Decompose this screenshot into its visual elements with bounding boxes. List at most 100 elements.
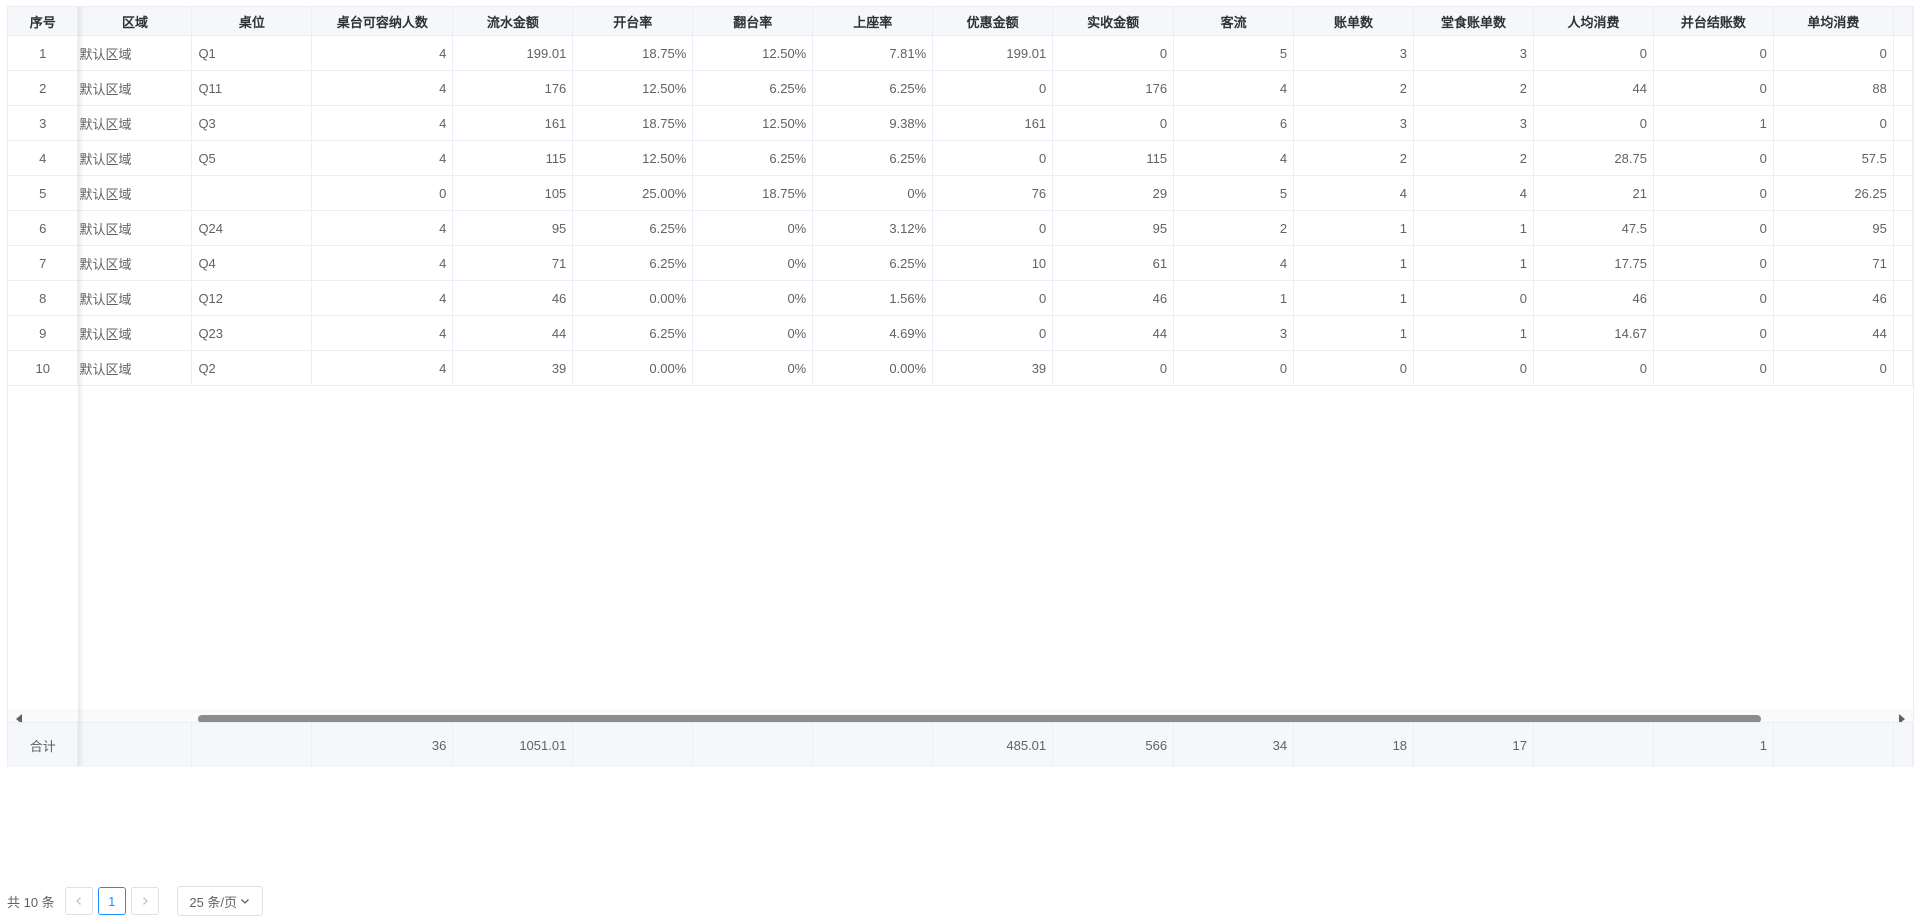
column-header[interactable]: 序号: [8, 7, 79, 36]
column-header[interactable]: 开台率: [572, 7, 694, 36]
table-cell: 0: [1653, 245, 1774, 281]
table-cell: 17.75: [1533, 245, 1654, 281]
table-cell: 2: [1173, 210, 1295, 246]
page-size-value: 25 条/页: [189, 894, 238, 910]
page-size-select[interactable]: 25 条/页: [176, 886, 263, 916]
table-cell: 0: [1533, 36, 1654, 71]
table-cell: 88: [1773, 70, 1894, 106]
table-cell: 1: [1413, 245, 1534, 281]
column-header[interactable]: 堂食账单数: [1413, 7, 1534, 36]
table-cell: 0.00%: [572, 350, 694, 386]
table-cell: 6.25%: [812, 70, 934, 106]
column-header[interactable]: 并台结账数: [1653, 7, 1774, 36]
table-cell: 61: [1052, 245, 1175, 281]
table-cell: Q3: [191, 105, 313, 141]
table-cell: Q2: [191, 350, 313, 386]
table-cell: 44: [1533, 70, 1654, 106]
table-cell: 5: [8, 175, 79, 211]
table-row[interactable]: 3 默认区域 Q3 4 161 18.75% 12.50% 9.38% 161 0 6 3 3 0 1 0: [8, 105, 1914, 141]
table-cell: 0%: [692, 280, 814, 316]
table-cell: 18.75%: [692, 175, 814, 211]
table-cell: 3: [8, 105, 79, 141]
table-row[interactable]: 5 默认区域 0 105 25.00% 18.75% 0% 76 29 5 4 4 21 0 26.25: [8, 175, 1914, 211]
table-cell: 9: [8, 315, 79, 351]
table-cell: 6: [8, 210, 79, 246]
table-row[interactable]: 7 默认区域 Q4 4 71 6.25% 0% 6.25% 10 61 4 1 1 17.75 0 71: [8, 245, 1914, 281]
table-row[interactable]: 1 默认区域 Q1 4 199.01 18.75% 12.50% 7.81% 199.01 0 5 3…: [8, 36, 1914, 71]
table-cell: 199.01: [452, 36, 574, 71]
chevron-left-icon: [75, 897, 81, 905]
table-row[interactable]: 8 默认区域 Q12 4 46 0.00% 0% 1.56% 0 46 1 1 0 46 0 46: [8, 280, 1914, 316]
column-header[interactable]: 桌位: [191, 7, 313, 36]
table-cell: 默认区域: [77, 36, 193, 71]
summary-cell: [77, 722, 193, 767]
table-row[interactable]: 4 默认区域 Q5 4 115 12.50% 6.25% 6.25% 0 115 4 2 2 28.75 0…: [8, 140, 1914, 176]
table-cell: 5: [1173, 175, 1295, 211]
column-header[interactable]: 流水金额: [452, 7, 574, 36]
table-cell: 0: [1173, 350, 1295, 386]
table-cell: Q5: [191, 140, 313, 176]
table-cell: 1: [1173, 280, 1295, 316]
table-row[interactable]: 9 默认区域 Q23 4 44 6.25% 0% 4.69% 0 44 3 1 1 14.67 0 44: [8, 315, 1914, 351]
table-row[interactable]: 6 默认区域 Q24 4 95 6.25% 0% 3.12% 0 95 2 1 1 47.5 0 95: [8, 210, 1914, 246]
table-cell: 0%: [692, 315, 814, 351]
table-cell: 4: [311, 315, 454, 351]
summary-cell: [572, 722, 694, 767]
table-cell: 46: [452, 280, 574, 316]
table-row[interactable]: 2 默认区域 Q11 4 176 12.50% 6.25% 6.25% 0 176 4 2 2 44 0 88: [8, 70, 1914, 106]
table-cell: 105: [452, 175, 574, 211]
table-cell: 3: [1413, 36, 1534, 71]
table-cell: 6.25%: [572, 315, 694, 351]
table-cell: 0: [1533, 105, 1654, 141]
table-cell: 4: [1173, 70, 1295, 106]
table-cell: 18.75%: [572, 36, 694, 71]
table-cell: 0: [932, 140, 1054, 176]
table-cell: 4: [311, 36, 454, 71]
summary-cell: [812, 722, 934, 767]
summary-cell: [191, 722, 313, 767]
table-cell: 44: [452, 315, 574, 351]
table-cell: 0: [932, 315, 1054, 351]
column-header[interactable]: 区域: [77, 7, 193, 36]
table-cell: 2: [1413, 70, 1534, 106]
table-cell: 1: [1293, 245, 1415, 281]
table-cell: 2: [1413, 140, 1534, 176]
column-header[interactable]: 实收金额: [1052, 7, 1175, 36]
table-cell: 默认区域: [77, 140, 193, 176]
table-cell: 21: [1533, 175, 1654, 211]
table-cell: 29: [1052, 175, 1175, 211]
summary-cell: [692, 722, 814, 767]
next-page-button[interactable]: [130, 887, 159, 915]
table-cell: 2: [8, 70, 79, 106]
column-header[interactable]: 账单数: [1293, 7, 1415, 36]
table-cell: 0: [932, 70, 1054, 106]
column-header[interactable]: 客流: [1173, 7, 1295, 36]
table-cell: 76: [932, 175, 1054, 211]
table-cell: 6.25%: [572, 245, 694, 281]
summary-cell: 36: [311, 722, 454, 767]
table-cell: 95: [1773, 210, 1894, 246]
table-cell: 95: [452, 210, 574, 246]
table-cell: 39: [932, 350, 1054, 386]
table-cell: 0%: [692, 350, 814, 386]
table-cell: 0%: [692, 245, 814, 281]
prev-page-button[interactable]: [64, 887, 93, 915]
column-header[interactable]: 桌台可容纳人数: [311, 7, 454, 36]
page-number-button[interactable]: 1: [97, 887, 126, 915]
table-row[interactable]: 10 默认区域 Q2 4 39 0.00% 0% 0.00% 39 0 0 0 0 0 0 0: [8, 350, 1914, 386]
table-cell: 12.50%: [692, 105, 814, 141]
column-header[interactable]: 翻台率: [692, 7, 814, 36]
column-header[interactable]: 优惠金额: [932, 7, 1054, 36]
column-header[interactable]: 人均消费: [1533, 7, 1654, 36]
table-cell: 默认区域: [77, 245, 193, 281]
table-cell: [191, 175, 313, 211]
table-cell: 0: [1773, 105, 1894, 141]
table-cell: 1: [1413, 315, 1534, 351]
column-header[interactable]: 单均消费: [1773, 7, 1894, 36]
table-cell: 71: [452, 245, 574, 281]
summary-cell: 566: [1052, 722, 1175, 767]
table-cell: 6.25%: [692, 70, 814, 106]
column-header[interactable]: 上座率: [812, 7, 934, 36]
table-cell: 47.5: [1533, 210, 1654, 246]
table-cell: 6: [1173, 105, 1295, 141]
